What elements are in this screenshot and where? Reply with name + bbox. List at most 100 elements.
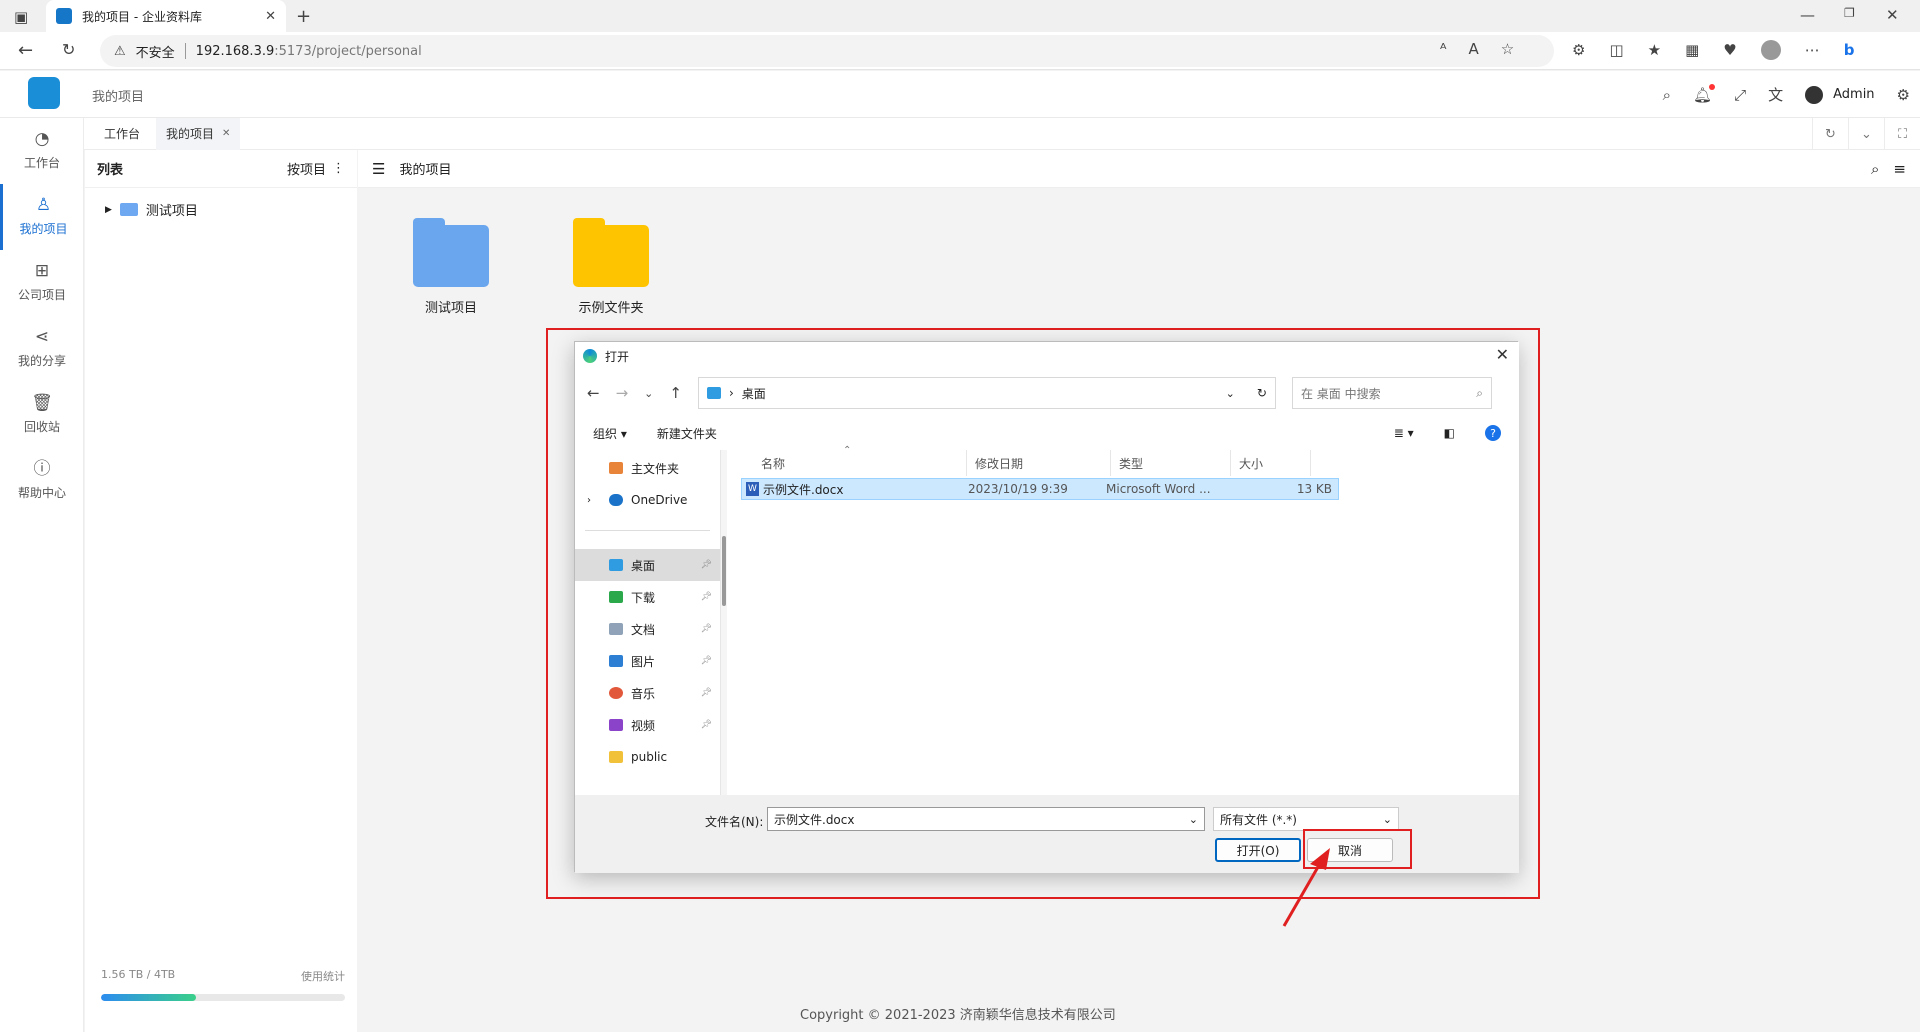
restore-icon[interactable]: ❐ [1844,6,1855,20]
read-aloud-icon[interactable]: A [1468,40,1478,58]
nav-scrollbar-thumb[interactable] [722,536,726,606]
content-search-icon[interactable]: ⌕ [1871,160,1879,178]
nav-home[interactable]: 主文件夹 [575,452,720,484]
dialog-titlebar: 打开 [575,342,1519,370]
path-chevron-icon: › [728,386,734,400]
maximize-content-icon[interactable]: ⛶ [1884,118,1920,150]
nav-item-my-shares[interactable]: ⋖ 我的分享 [0,316,84,382]
app-header: 我的项目 ⌕ 🔔︎ ⤢ 文 Admin ⚙ [0,71,1920,118]
new-folder-button[interactable]: 新建文件夹 [657,425,717,442]
sort-by-project[interactable]: 按项目 ⋮ [287,159,345,178]
tag-close-icon[interactable]: ✕ [222,128,230,139]
nav-desktop[interactable]: 桌面 📌︎ [575,549,720,581]
folder-icon [119,203,138,216]
nav-item-company-projects[interactable]: ⊞ 公司项目 [0,250,84,316]
tree-node-test-project[interactable]: ▶ 测试项目 [105,200,198,219]
nav-onedrive[interactable]: › OneDrive [575,484,720,516]
extensions-icon[interactable]: ⚙ [1572,40,1585,60]
minimize-icon[interactable]: — [1800,6,1815,24]
new-tab-icon[interactable]: + [296,6,311,27]
more-vertical-icon[interactable]: ⋮ [332,161,345,176]
filename-dropdown-icon[interactable]: ⌄ [1189,813,1198,826]
window-close-icon[interactable]: ✕ [1886,6,1899,24]
nav-pictures[interactable]: 图片 📌︎ [575,645,720,677]
filetype-select[interactable]: 所有文件 (*.*) ⌄ [1213,807,1399,831]
profile-avatar-icon[interactable] [1760,40,1781,60]
column-type[interactable]: 类型 [1111,450,1231,476]
tag-my-projects[interactable]: 我的项目 ✕ [156,117,241,150]
app-logo[interactable] [28,77,60,109]
file-type-cell: Microsoft Word ... [1106,482,1211,496]
storage-amount: 1.56 TB / 4TB [101,968,176,981]
view-options-icon[interactable]: ≣ ▾ [1394,426,1414,440]
expand-chevron-icon[interactable]: › [587,495,591,506]
picture-icon [609,655,623,667]
path-dropdown-icon[interactable]: ⌄ [1226,387,1235,400]
nav-downloads[interactable]: 下载 📌︎ [575,581,720,613]
file-date-cell: 2023/10/19 9:39 [968,482,1068,496]
address-actions: ᴬ A ☆ [1440,40,1514,58]
recent-dropdown-icon[interactable]: ⌄ [644,387,653,400]
folder-test-project[interactable]: 测试项目 [396,218,506,316]
nav-item-help-center[interactable]: ⓘ 帮助中心 [0,448,84,514]
forward-arrow-icon[interactable]: → [616,384,629,402]
favorites-icon[interactable]: ★ [1648,40,1661,60]
nav-music[interactable]: 音乐 📌︎ [575,677,720,709]
file-row[interactable]: W 示例文件.docx 2023/10/19 9:39 Microsoft Wo… [741,478,1339,500]
nav-item-workbench[interactable]: ◔ 工作台 [0,118,84,184]
path-box[interactable]: › 桌面 ⌄ ↻ [697,377,1276,409]
expand-caret-icon[interactable]: ▶ [105,205,112,215]
split-screen-icon[interactable]: ◫ [1609,40,1623,60]
preview-pane-icon[interactable]: ◧ [1444,426,1455,440]
fullscreen-icon[interactable]: ⤢ [1734,86,1746,104]
copilot-icon[interactable]: b [1844,40,1855,60]
up-arrow-icon[interactable]: ↑ [669,384,682,402]
filename-input[interactable]: 示例文件.docx ⌄ [767,807,1205,831]
tab-title: 我的项目 - 企业资料库 [82,9,202,24]
nav-videos[interactable]: 视频 📌︎ [575,709,720,741]
user-menu[interactable]: Admin [1805,85,1875,104]
content-header: ☰ 我的项目 ⌕ ≡ [358,150,1920,188]
warning-icon: ⚠ [114,43,126,59]
column-name[interactable]: 名称 ⌃ [727,445,967,476]
column-size[interactable]: 大小 [1231,450,1311,476]
organize-button[interactable]: 组织 ▾ [593,425,627,442]
favorite-star-icon[interactable]: ☆ [1501,40,1514,58]
sidebar-toggle-icon[interactable]: ▣ [14,8,28,26]
tab-close-icon[interactable]: ✕ [265,9,276,24]
search-icon[interactable]: ⌕ [1663,86,1671,104]
url-text: 192.168.3.9:5173/project/personal [195,43,422,59]
nav-item-my-projects[interactable]: ♙ 我的项目 [0,184,84,250]
video-icon [609,719,623,731]
collections-icon[interactable]: ▦ [1685,40,1699,60]
tag-dropdown-icon[interactable]: ⌄ [1848,118,1884,150]
back-icon[interactable]: ← [18,40,33,61]
language-icon[interactable]: 文 [1768,84,1783,105]
nav-public[interactable]: public [575,741,720,773]
nav-item-recycle-bin[interactable]: 🗑︎ 回收站 [0,382,84,448]
collapse-menu-icon[interactable]: ☰ [372,160,385,178]
help-question-icon[interactable]: ? [1485,425,1501,441]
document-icon [609,623,623,635]
nav-documents[interactable]: 文档 📌︎ [575,613,720,645]
performance-icon[interactable]: ♥ [1723,40,1736,60]
tag-workbench[interactable]: 工作台 [94,118,150,150]
usage-stats-link[interactable]: 使用统计 [301,968,345,984]
refresh-icon[interactable]: ↻ [62,40,75,59]
reload-tab-icon[interactable]: ↻ [1812,118,1848,150]
browser-toolbar-icons: ⚙ ◫ ★ ▦ ♥ ⋯ b [1572,40,1854,60]
browser-tab[interactable]: 我的项目 - 企业资料库 ✕ [46,0,286,32]
dialog-close-icon[interactable]: ✕ [1496,345,1509,364]
dialog-search-input[interactable]: 在 桌面 中搜索 ⌕ [1291,377,1492,409]
translate-page-icon[interactable]: ᴬ [1440,40,1446,58]
more-menu-icon[interactable]: ⋯ [1805,40,1820,60]
path-refresh-icon[interactable]: ↻ [1257,386,1267,400]
address-bar[interactable]: ⚠ 不安全 192.168.3.9:5173/project/personal [100,35,1554,67]
notification-bell-icon[interactable]: 🔔︎ [1693,83,1716,104]
back-arrow-icon[interactable]: ← [587,384,600,402]
settings-gear-icon[interactable]: ⚙ [1897,86,1910,104]
list-menu-icon[interactable]: ≡ [1893,160,1906,178]
column-date[interactable]: 修改日期 [967,450,1111,476]
folder-sample[interactable]: 示例文件夹 [556,218,666,316]
column-headers: 名称 ⌃ 修改日期 类型 大小 [727,445,1519,476]
